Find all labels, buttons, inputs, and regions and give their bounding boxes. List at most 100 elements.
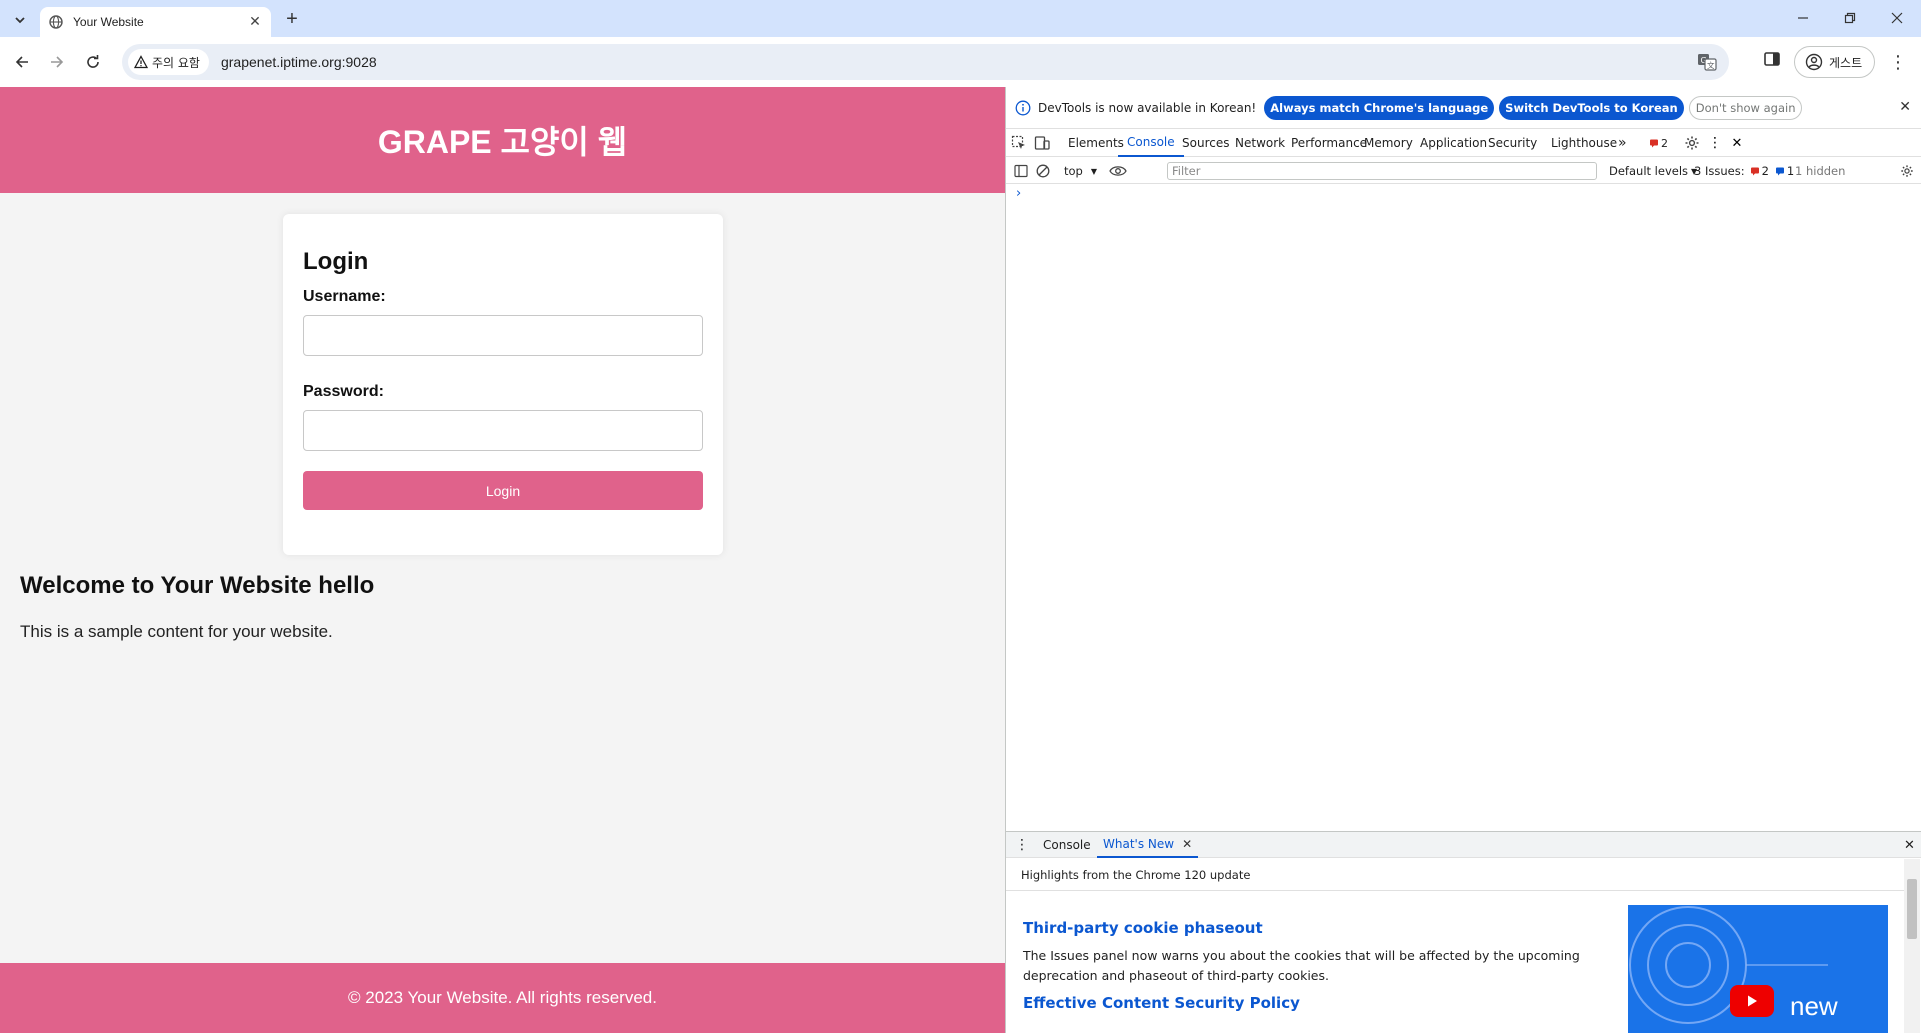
whats-new-video-thumbnail[interactable]: new — [1628, 905, 1888, 1033]
context-selector[interactable]: top ▼ — [1064, 158, 1097, 184]
login-heading: Login — [303, 248, 369, 275]
tab-sources[interactable]: Sources — [1182, 129, 1229, 157]
svg-text:文: 文 — [1707, 60, 1715, 70]
context-value: top — [1064, 164, 1083, 178]
play-icon — [1748, 995, 1757, 1007]
reload-icon — [87, 55, 99, 68]
sidebar-toggle-icon[interactable] — [1014, 158, 1028, 184]
tab-lighthouse[interactable]: Lighthouse — [1551, 129, 1617, 157]
match-language-button[interactable]: Always match Chrome's language — [1264, 95, 1495, 120]
tab-elements[interactable]: Elements — [1068, 129, 1124, 157]
tab-performance[interactable]: Performance — [1291, 129, 1367, 157]
user-icon — [1805, 53, 1823, 71]
console-prompt-chevron-icon[interactable]: › — [1016, 186, 1021, 201]
tab-close-icon[interactable]: ✕ — [247, 14, 263, 30]
drawer-tab-close-icon[interactable]: ✕ — [1182, 837, 1192, 851]
drawer-menu-icon[interactable]: ⋮ — [1015, 832, 1029, 858]
live-expression-eye-icon[interactable] — [1109, 158, 1127, 184]
site-header: GRAPE 고양이 웹 — [0, 87, 1005, 193]
tab-console[interactable]: Console — [1118, 129, 1184, 157]
close-icon — [1891, 12, 1903, 24]
drawer-tabbar: ⋮ Console What's New ✕ ✕ — [1006, 832, 1921, 858]
issues-badge-count: 2 — [1661, 136, 1668, 150]
back-button[interactable] — [9, 49, 35, 75]
username-label: Username: — [303, 288, 386, 305]
issues-badge[interactable]: 2 — [1649, 129, 1668, 157]
password-input[interactable] — [303, 410, 703, 451]
restore-icon — [1844, 12, 1856, 24]
tab-network[interactable]: Network — [1235, 129, 1285, 157]
password-label: Password: — [303, 383, 384, 400]
drawer-tab-whats-new[interactable]: What's New ✕ — [1097, 832, 1199, 858]
globe-icon — [48, 14, 64, 30]
drawer-close-icon[interactable]: ✕ — [1904, 832, 1915, 858]
close-window-button[interactable] — [1877, 6, 1917, 30]
thumbnail-caption: new — [1790, 991, 1838, 1021]
divider — [1006, 890, 1904, 891]
devtools-tabbar: Elements Console Sources Network Perform… — [1006, 129, 1921, 157]
error-flag-icon — [1750, 167, 1759, 176]
console-settings-icon[interactable] — [1900, 158, 1914, 184]
drawer-scrollbar[interactable] — [1904, 859, 1920, 1033]
login-card: Login Username: Password: Login — [283, 214, 723, 555]
profile-label: 게스트 — [1829, 55, 1863, 70]
devtools-menu-icon[interactable]: ⋮ — [1706, 134, 1724, 152]
new-tab-button[interactable]: + — [282, 8, 302, 30]
default-levels-label: Default levels — [1609, 164, 1689, 178]
infobar-close-icon[interactable]: ✕ — [1899, 99, 1911, 115]
device-toolbar-icon[interactable] — [1033, 134, 1051, 152]
warning-icon — [134, 55, 148, 69]
drawer-tab-console[interactable]: Console — [1043, 832, 1091, 858]
devtools-drawer: ⋮ Console What's New ✕ ✕ Highlights from… — [1006, 831, 1921, 1033]
inspect-element-icon[interactable] — [1010, 134, 1028, 152]
whats-new-paragraph: The Issues panel now warns you about the… — [1023, 948, 1580, 983]
whats-new-highlights: Highlights from the Chrome 120 update — [1021, 868, 1251, 882]
tab-memory[interactable]: Memory — [1364, 129, 1413, 157]
restore-button[interactable] — [1830, 6, 1870, 30]
login-button[interactable]: Login — [303, 471, 703, 510]
tab-security[interactable]: Security — [1488, 129, 1537, 157]
browser-toolbar: 주의 요함 grapenet.iptime.org:9028 G文 게스트 ⋮ — [0, 37, 1921, 87]
drawer-tab-whats-new-label: What's New — [1103, 837, 1175, 851]
issues-info-count: 1 — [1786, 164, 1795, 178]
issues-counter[interactable]: 3 Issues: 2 1 — [1694, 158, 1794, 184]
whats-new-heading-cookie-phaseout[interactable]: Third-party cookie phaseout — [1023, 919, 1263, 937]
default-levels-dropdown[interactable]: Default levels ▼ — [1609, 158, 1697, 184]
minimize-button[interactable] — [1783, 6, 1823, 30]
filter-placeholder: Filter — [1172, 164, 1201, 178]
security-chip[interactable]: 주의 요함 — [128, 49, 209, 75]
settings-gear-icon[interactable] — [1683, 134, 1701, 152]
devtools-language-infobar: DevTools is now available in Korean! Alw… — [1006, 87, 1921, 129]
tab-search-button[interactable] — [8, 8, 32, 32]
tab-title: Your Website — [73, 15, 144, 29]
tab-application[interactable]: Application — [1420, 129, 1487, 157]
dont-show-again-button[interactable]: Don't show again — [1688, 95, 1803, 120]
reload-button[interactable] — [80, 49, 106, 75]
translate-icon[interactable]: G文 — [1697, 52, 1717, 72]
devtools-panel: DevTools is now available in Korean! Alw… — [1005, 87, 1921, 1033]
switch-korean-button[interactable]: Switch DevTools to Korean — [1499, 95, 1684, 120]
scrollbar-thumb[interactable] — [1907, 879, 1917, 939]
browser-tab-active[interactable]: Your Website ✕ — [40, 7, 271, 37]
error-flag-icon — [1650, 139, 1658, 148]
clear-console-icon[interactable] — [1036, 158, 1050, 184]
username-input[interactable] — [303, 315, 703, 356]
security-label: 주의 요함 — [152, 55, 200, 70]
info-icon — [1015, 100, 1031, 115]
side-panel-icon[interactable] — [1762, 49, 1782, 69]
youtube-play-button[interactable] — [1730, 985, 1774, 1017]
footer-text: © 2023 Your Website. All rights reserved… — [348, 988, 657, 1007]
more-tabs-icon[interactable]: » — [1618, 129, 1627, 157]
console-filter-input[interactable]: Filter — [1167, 162, 1597, 180]
browser-menu-icon[interactable]: ⋮ — [1886, 49, 1910, 75]
welcome-body: This is a sample content for your websit… — [20, 622, 333, 641]
whats-new-heading-csp[interactable]: Effective Content Security Policy — [1023, 994, 1300, 1012]
devtools-close-icon[interactable]: ✕ — [1728, 134, 1746, 152]
profile-button[interactable]: 게스트 — [1794, 46, 1875, 78]
address-bar[interactable]: 주의 요함 grapenet.iptime.org:9028 G文 — [122, 44, 1729, 80]
forward-button[interactable] — [44, 49, 70, 75]
issues-error-count: 2 — [1761, 164, 1769, 178]
issues-label: 3 Issues: — [1694, 164, 1745, 178]
welcome-heading: Welcome to Your Website hello — [20, 572, 375, 599]
site-footer: © 2023 Your Website. All rights reserved… — [0, 963, 1005, 1033]
